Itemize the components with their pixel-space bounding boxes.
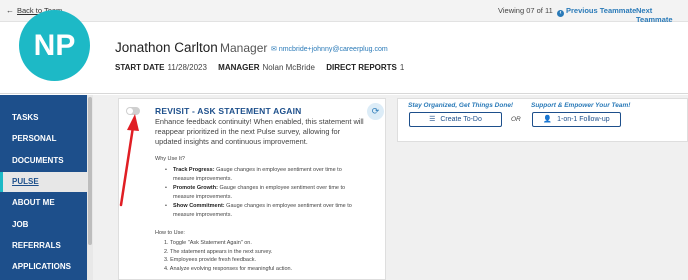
previous-teammate-link[interactable]: ‹ Previous Teammate <box>557 6 636 17</box>
followup-button[interactable]: 👤 1-on-1 Follow-up <box>532 112 621 127</box>
why-term: Show Commitment: <box>173 203 225 209</box>
followup-label: 1-on-1 Follow-up <box>557 116 610 123</box>
toggle-knob <box>127 108 133 114</box>
or-label: OR <box>511 116 521 123</box>
sidebar-item-pulse[interactable]: PULSE <box>0 172 87 192</box>
scrollbar-thumb[interactable] <box>88 97 92 245</box>
sidebar-item-label: APPLICATIONS <box>12 262 71 271</box>
list-item: Promote Growth: Gauge changes in employe… <box>164 184 364 202</box>
avatar: NP <box>19 10 90 81</box>
envelope-icon: ✉ <box>271 46 277 53</box>
sidebar-item-label: PULSE <box>12 177 39 186</box>
card-title: REVISIT - ASK STATEMENT AGAIN <box>155 106 302 116</box>
user-icon: 👤 <box>543 116 553 123</box>
direct-reports-label: DIRECT REPORTS <box>326 63 397 72</box>
how-heading: How to Use: <box>155 230 185 236</box>
list-icon: ☰ <box>429 116 436 123</box>
ask-again-toggle[interactable] <box>126 107 140 115</box>
profile-header: Jonathon Carlton Manager ✉ nmcbride+john… <box>0 22 688 94</box>
sidebar-item-personal[interactable]: PERSONAL <box>0 129 87 149</box>
stay-organized-heading: Stay Organized, Get Things Done! <box>408 102 514 109</box>
create-todo-button[interactable]: ☰ Create To-Do <box>409 112 502 127</box>
sidebar-item-job[interactable]: JOB <box>0 215 87 235</box>
manager-label: MANAGER <box>218 63 260 72</box>
start-date-label: START DATE <box>115 63 165 72</box>
list-item: 1. Toggle "Ask Statement Again" on. <box>164 240 252 246</box>
sidebar-item-applications[interactable]: APPLICATIONS <box>0 257 87 277</box>
previous-teammate-label: Previous Teammate <box>566 6 637 15</box>
direct-reports-value: 1 <box>399 63 405 72</box>
list-item: 2. The statement appears in the next sur… <box>164 248 273 255</box>
arrow-left-icon: ← <box>6 6 14 15</box>
sidebar-item-tasks[interactable]: TASKS <box>0 108 87 128</box>
why-heading: Why Use It? <box>155 156 185 162</box>
list-item: 3. Employees provide fresh feedback. <box>164 257 257 263</box>
list-item: Show Commitment: Gauge changes in employ… <box>164 202 364 220</box>
support-team-heading: Support & Empower Your Team! <box>531 102 631 109</box>
top-bar: ← Back to Team Viewing 07 of 11 ‹ Previous… <box>0 0 688 24</box>
viewing-count: Viewing 07 of 11 <box>498 6 553 15</box>
sidebar-item-about-me[interactable]: ABOUT ME <box>0 193 87 213</box>
sidebar-item-label: JOB <box>12 220 29 229</box>
why-term: Promote Growth: <box>173 185 218 191</box>
sidebar-item-label: REFERRALS <box>12 241 61 250</box>
profile-meta: START DATE 11/28/2023 MANAGER Nolan McBrid… <box>115 63 413 72</box>
sidebar-item-label: DOCUMENTS <box>12 156 64 165</box>
chevron-left-circle-icon: ‹ <box>557 10 564 17</box>
refresh-icon[interactable]: ⟳ <box>367 103 384 120</box>
email-link[interactable]: ✉ nmcbride+johnny@careerplug.com <box>271 45 388 53</box>
create-todo-label: Create To-Do <box>440 116 482 123</box>
card-description: Enhance feedback continuity! When enable… <box>155 117 364 146</box>
sidebar-item-documents[interactable]: DOCUMENTS <box>0 151 87 171</box>
list-item: 4. Analyze evolving responses for meanin… <box>164 265 293 272</box>
how-steps: 1. Toggle "Ask Statement Again" on. 2. T… <box>164 239 292 273</box>
why-list: Track Progress: Gauge changes in employe… <box>164 166 364 220</box>
sidebar-item-label: PERSONAL <box>12 134 57 143</box>
sidebar-item-label: TASKS <box>12 113 39 122</box>
sidebar-item-referrals[interactable]: REFERRALS <box>0 236 87 256</box>
email-address: nmcbride+johnny@careerplug.com <box>278 46 388 53</box>
list-item: Track Progress: Gauge changes in employe… <box>164 166 364 184</box>
employee-name: Jonathon Carlton <box>115 40 218 55</box>
manager-value: Nolan McBride <box>262 63 315 72</box>
sidebar-nav: TASKS PERSONAL DOCUMENTS PULSE ABOUT ME … <box>0 95 87 280</box>
start-date-value: 11/28/2023 <box>167 63 207 72</box>
why-term: Track Progress: <box>173 167 215 173</box>
employee-role: Manager <box>220 41 268 55</box>
sidebar-item-label: ABOUT ME <box>12 198 55 207</box>
